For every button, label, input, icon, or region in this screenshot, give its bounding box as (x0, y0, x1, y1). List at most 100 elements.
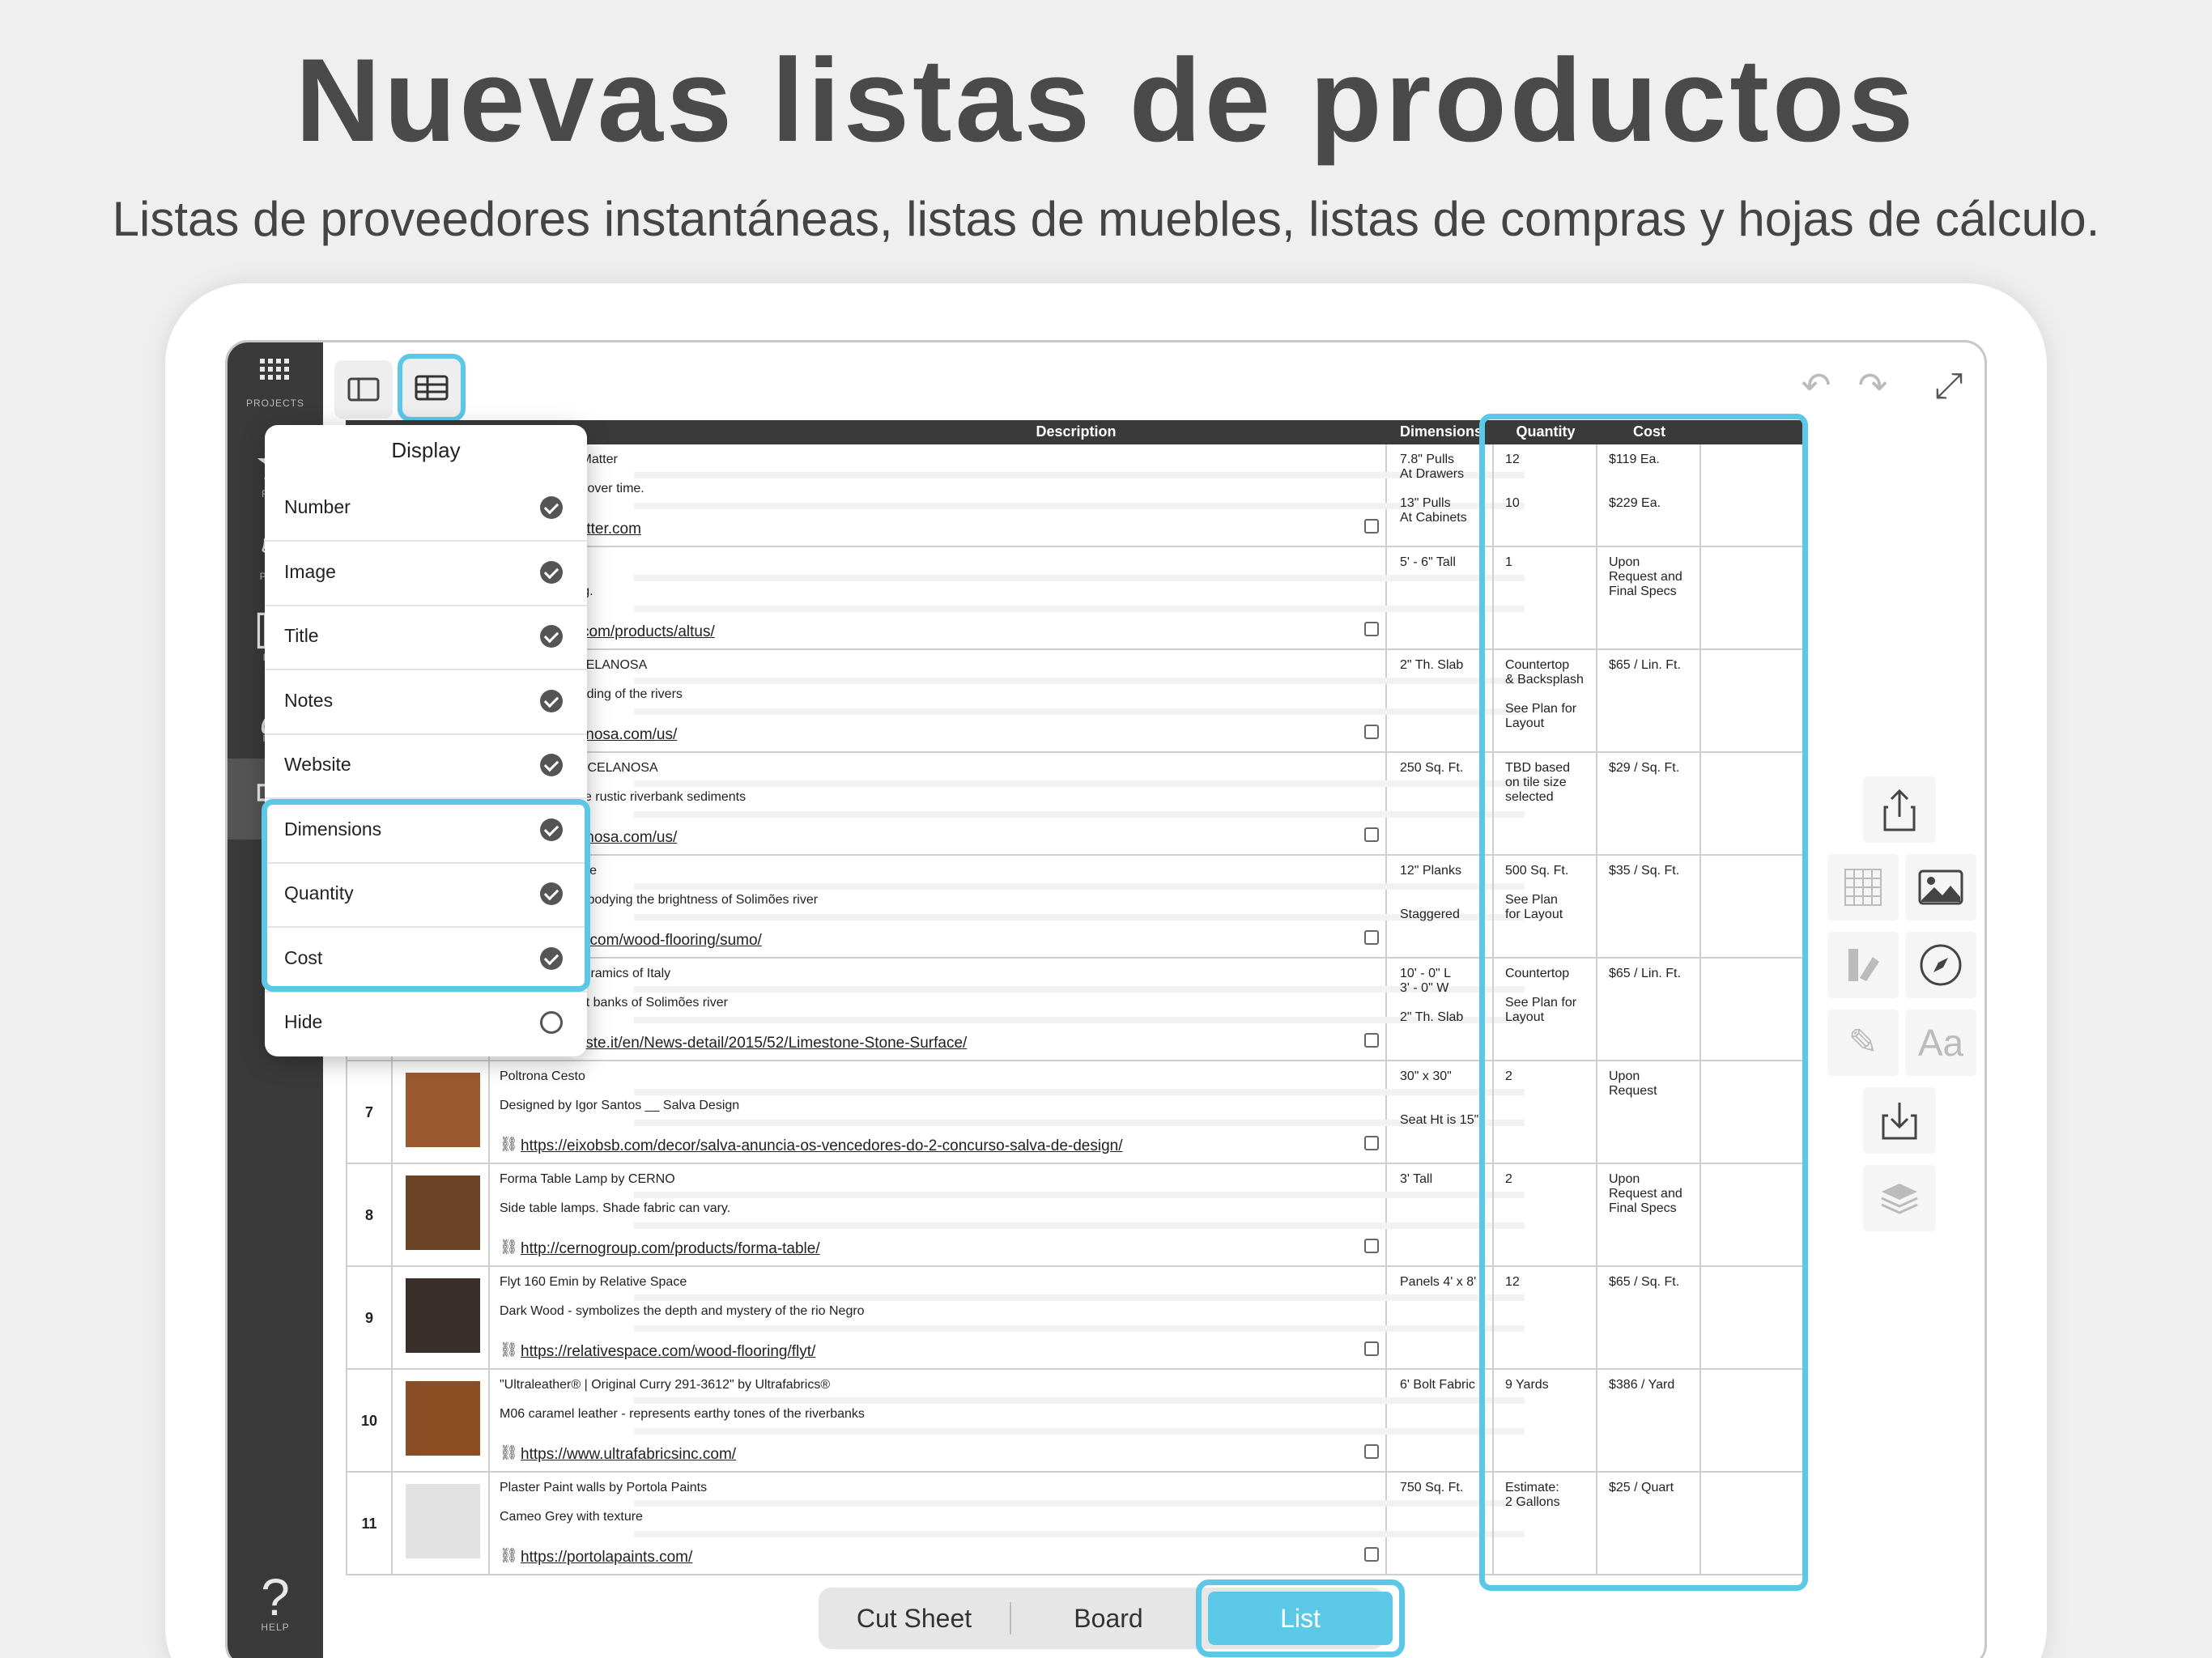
dimensions-cell[interactable]: 10' - 0" L 3' - 0" W 2" Th. Slab (1389, 959, 1494, 1061)
display-option-number[interactable]: Number (265, 478, 587, 542)
fullscreen-button[interactable]: ⤢ (1923, 360, 1975, 412)
product-website-link[interactable]: https://relativespace.com/wood-flooring/… (521, 1343, 815, 1361)
dimensions-cell[interactable]: 5' - 6" Tall (1389, 547, 1494, 650)
row-number: 7 (346, 1061, 393, 1164)
edit-icon[interactable] (1364, 1547, 1379, 1562)
display-option-label: Notes (284, 689, 334, 711)
edit-icon[interactable] (1364, 1341, 1379, 1356)
undo-icon: ↶ (1801, 366, 1831, 406)
product-thumbnail[interactable] (406, 1073, 480, 1147)
link-icon: ⛓ (500, 1239, 518, 1255)
product-title[interactable]: Plaster Paint walls by Portola Paints (500, 1481, 707, 1495)
display-options-popover: Display Number Image Title Notes Website Dime… (262, 425, 590, 1056)
sidebar-label: HELP (261, 1622, 290, 1633)
text-tool-button[interactable]: Aa (1905, 1010, 1976, 1076)
dimensions-cell[interactable]: 3' Tall (1389, 1164, 1494, 1267)
product-title[interactable]: "Ultraleather® | Original Curry 291-3612… (500, 1378, 830, 1392)
display-option-website[interactable]: Website (265, 736, 587, 799)
edit-icon[interactable] (1364, 725, 1379, 739)
download-button[interactable] (1863, 1087, 1936, 1154)
product-website-link[interactable]: https://www.ultrafabricsinc.com/ (521, 1446, 736, 1464)
swatch-icon (1848, 949, 1879, 981)
text-tool-label: Aa (1917, 1022, 1964, 1064)
display-option-hide[interactable]: Hide (265, 993, 587, 1056)
product-notes[interactable]: Dark Wood - symbolizes the depth and mys… (500, 1304, 865, 1319)
checkmark-icon (540, 496, 563, 519)
edit-icon[interactable] (1364, 827, 1379, 842)
dimensions-cell[interactable]: 7.8" Pulls At Drawers 13" Pulls At Cabin… (1389, 444, 1494, 547)
edit-icon[interactable] (1364, 1444, 1379, 1459)
edit-icon[interactable] (1364, 930, 1379, 945)
segment-cut-sheet[interactable]: Cut Sheet (819, 1588, 1010, 1649)
redo-button[interactable]: ↷ (1847, 360, 1899, 412)
swatch-tool-button[interactable] (1827, 932, 1899, 998)
row-number: 11 (346, 1473, 393, 1575)
row-number: 10 (346, 1370, 393, 1473)
product-notes[interactable]: M06 caramel leather - represents earthy … (500, 1407, 865, 1422)
product-website-link[interactable]: w.cottodeste.it/en/News-detail/2015/52/L… (521, 1035, 967, 1052)
compass-tool-button[interactable] (1905, 932, 1976, 998)
display-option-image[interactable]: Image (265, 543, 587, 606)
column-header-dimensions: Dimensions (1399, 423, 1483, 440)
row-image-cell (393, 1370, 490, 1473)
dimensions-cell[interactable]: 2" Th. Slab (1389, 650, 1494, 753)
app-screen: PROJECTS ★ FEAT ♞ PROD ▥ LIBR ℘ PINT ▭ M… (225, 340, 1987, 1658)
compass-icon (1920, 944, 1962, 986)
display-option-label: Number (284, 496, 351, 517)
download-icon (1882, 1103, 1917, 1140)
dimensions-cell[interactable]: 12" Planks Staggered (1389, 856, 1494, 959)
product-website-link[interactable]: https://portolapaints.com/ (521, 1549, 692, 1567)
dimensions-cell[interactable]: 6' Bolt Fabric (1389, 1370, 1494, 1473)
product-notes[interactable]: Cameo Grey with texture (500, 1510, 643, 1524)
link-icon: ⛓ (500, 1444, 518, 1460)
display-option-label: Website (284, 754, 351, 775)
checkmark-icon (540, 754, 563, 776)
display-option-notes[interactable]: Notes (265, 672, 587, 735)
segment-list[interactable]: List (1196, 1579, 1405, 1657)
sidebar-item-help[interactable]: ? HELP (228, 1571, 323, 1633)
row-description-cell: tto d'Este by Ceramics of Italyevokes th… (490, 959, 1525, 1061)
dimensions-cell[interactable]: Panels 4' x 8' (1389, 1267, 1494, 1370)
row-description-cell: np by CERNOsofa for reading.⛓nogroup.com… (490, 547, 1525, 650)
edit-icon[interactable] (1364, 1033, 1379, 1048)
row-description-cell: all by Modern Matternish will patina ove… (490, 444, 1525, 547)
product-website-link[interactable]: https://eixobsb.com/decor/salva-anuncia-… (521, 1137, 1122, 1155)
pencil-icon: ✎ (1848, 1022, 1878, 1062)
product-title[interactable]: Forma Table Lamp by CERNO (500, 1172, 675, 1187)
list-view-toggle-button[interactable] (398, 354, 466, 422)
segment-board[interactable]: Board (1011, 1588, 1206, 1649)
grid-tool-icon (1844, 869, 1882, 906)
dimensions-cell[interactable]: 250 Sq. Ft. (1389, 753, 1494, 856)
edit-icon[interactable] (1364, 622, 1379, 636)
image-tool-button[interactable] (1905, 854, 1976, 920)
product-thumbnail[interactable] (406, 1278, 480, 1353)
dimensions-cell[interactable]: 30" x 30" Seat Ht is 15" (1389, 1061, 1494, 1164)
highlight-popover-outline (262, 799, 590, 992)
display-option-title[interactable]: Title (265, 607, 587, 670)
product-website-link[interactable]: http://cernogroup.com/products/forma-tab… (521, 1240, 820, 1258)
layers-button[interactable] (1863, 1165, 1936, 1231)
row-description-cell: Grey by PORCELANOSAeflects the blending … (490, 650, 1525, 753)
product-title[interactable]: Flyt 160 Emin by Relative Space (500, 1275, 687, 1290)
undo-button[interactable]: ↶ (1790, 360, 1842, 412)
pencil-tool-button[interactable]: ✎ (1827, 1010, 1899, 1076)
product-thumbnail[interactable] (406, 1381, 480, 1456)
product-thumbnail[interactable] (406, 1175, 480, 1250)
product-notes[interactable]: Designed by Igor Santos __ Salva Design (500, 1099, 739, 1113)
edit-icon[interactable] (1364, 1239, 1379, 1253)
image-icon (1918, 869, 1963, 905)
product-title[interactable]: Poltrona Cesto (500, 1069, 585, 1084)
row-description-cell: Plaster Paint walls by Portola Paints Cam… (490, 1473, 1525, 1575)
product-notes[interactable]: Side table lamps. Shade fabric can vary. (500, 1201, 730, 1216)
segment-list-label: List (1208, 1592, 1393, 1645)
sidebar-toggle-button[interactable] (334, 360, 393, 419)
dimensions-cell[interactable]: 750 Sq. Ft. (1389, 1473, 1494, 1575)
grid-tool-button[interactable] (1827, 854, 1899, 920)
checkmark-icon (540, 689, 563, 712)
share-button[interactable] (1863, 776, 1936, 843)
edit-icon[interactable] (1364, 519, 1379, 534)
edit-icon[interactable] (1364, 1136, 1379, 1150)
sidebar-item-projects[interactable]: PROJECTS (228, 357, 323, 409)
product-thumbnail[interactable] (406, 1484, 480, 1558)
link-icon: ⛓ (500, 1341, 518, 1358)
